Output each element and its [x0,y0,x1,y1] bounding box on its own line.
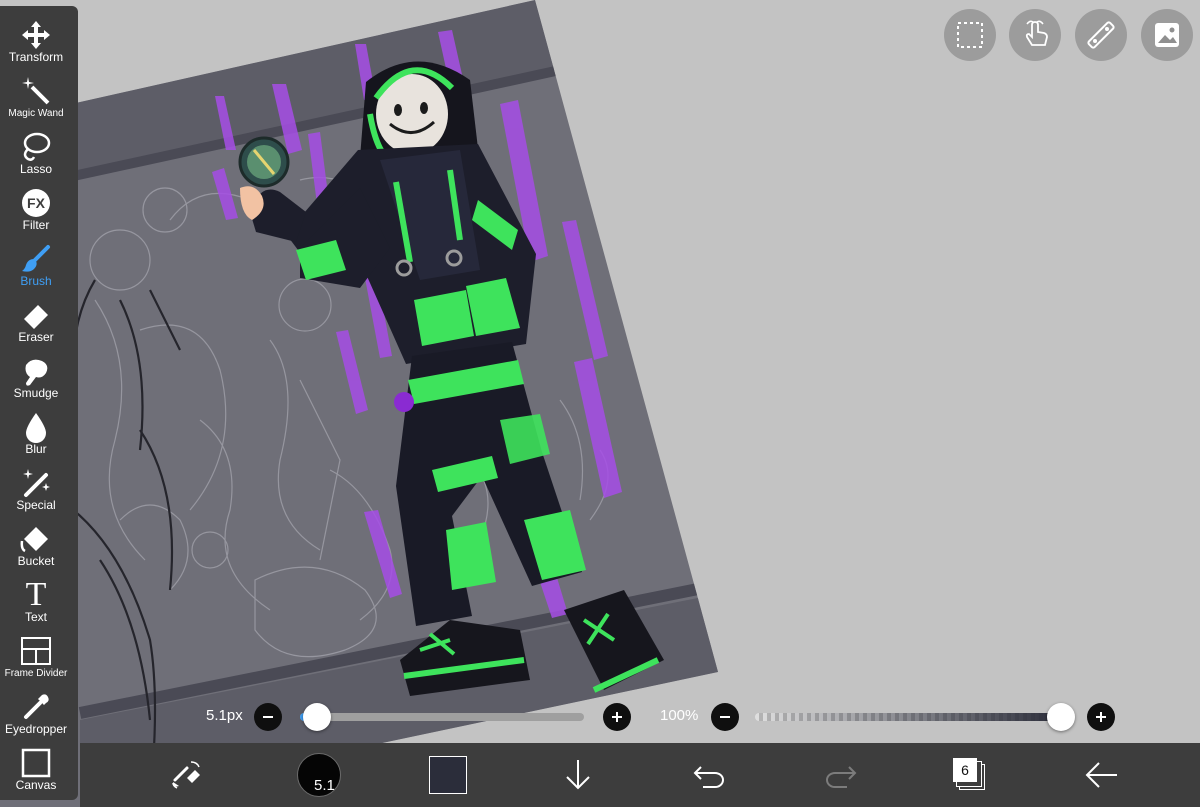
tool-label: Bucket [17,554,55,568]
plus-icon [612,712,622,722]
tool-label: Text [24,610,47,624]
tool-label: Magic Wand [8,108,64,119]
tool-frame-divider[interactable]: Frame Divider [0,626,72,682]
tool-canvas[interactable]: Canvas [0,738,72,794]
eraser-icon [24,305,48,329]
back-button[interactable] [1080,743,1124,807]
tool-label: Frame Divider [4,668,68,679]
lasso-icon [23,132,51,161]
redo-icon [826,766,857,788]
brush-size-decrease-button[interactable] [254,703,282,731]
smudge-finger-icon [25,359,48,386]
tool-label: Blur [25,442,47,456]
hand-touch-icon [1025,20,1048,46]
reference-image-button[interactable] [1141,9,1193,61]
frame-divider-icon [21,637,51,665]
tool-text[interactable]: T Text [0,570,72,626]
tool-label: Smudge [13,386,59,400]
color-button[interactable] [428,743,468,807]
opacity-decrease-button[interactable] [711,703,739,731]
tool-lasso[interactable]: Lasso [0,122,72,178]
download-arrow-icon [566,760,590,790]
move-arrows-icon [22,21,50,49]
brush-eraser-swap-icon [172,761,200,789]
brush-size-knob[interactable] [303,703,332,731]
ruler-button[interactable] [1075,9,1127,61]
ruler-icon [1087,21,1115,49]
undo-icon [693,766,724,788]
tool-transform[interactable]: Transform [0,10,72,66]
opacity-label: 100% [660,707,699,724]
tool-palette: Transform Magic Wand Lasso FX Filter Bru… [0,6,78,800]
brush-size-value: 5.1 [314,777,335,794]
fx-icon: FX [22,189,50,217]
tool-label: Eyedropper [4,722,68,736]
tool-label: Filter [22,218,50,232]
brush-size-button[interactable]: 5.1 [296,743,342,807]
brush-size-icon: 5.1 [297,753,341,797]
minus-icon [720,716,730,718]
layer-count: 6 [953,758,977,782]
opacity-gradient [755,713,1061,721]
sparkle-pen-icon [23,469,50,497]
tool-label: Lasso [19,162,53,176]
brush-icon [22,245,50,272]
redo-button[interactable] [820,743,860,807]
tool-eyedropper[interactable]: Eyedropper [0,682,72,738]
brush-eraser-swap-button[interactable] [164,743,208,807]
dashed-selection-icon [957,22,983,48]
tool-special[interactable]: Special [0,458,72,514]
opacity-knob[interactable] [1047,703,1075,731]
magic-wand-icon [22,77,50,105]
tool-label: Eraser [18,330,54,344]
brush-size-slider[interactable] [300,713,584,721]
save-download-button[interactable] [560,743,596,807]
tool-eraser[interactable]: Eraser [0,290,72,346]
layers-button[interactable]: 6 [948,743,992,807]
canvas-square-icon [21,748,51,778]
color-swatch-icon [429,756,467,794]
eyedropper-icon [24,694,49,719]
tool-brush[interactable]: Brush [0,234,72,290]
gesture-button[interactable] [1009,9,1061,61]
artwork[interactable] [0,0,1200,807]
text-T-icon: T [25,576,47,613]
tool-bucket[interactable]: Bucket [0,514,72,570]
image-reference-icon [1155,23,1179,47]
opacity-increase-button[interactable] [1087,703,1115,731]
tool-magic-wand[interactable]: Magic Wand [0,66,72,122]
brush-size-increase-button[interactable] [603,703,631,731]
layers-icon: 6 [953,758,987,792]
water-drop-icon [26,413,46,443]
back-arrow-icon [1085,762,1117,788]
drawing-canvas[interactable] [0,0,1200,807]
tool-label: Canvas [15,778,57,792]
opacity-slider[interactable] [755,713,1061,721]
undo-button[interactable] [690,743,730,807]
tool-label: Transform [8,50,64,64]
tool-blur[interactable]: Blur [0,402,72,458]
tool-smudge[interactable]: Smudge [0,346,72,402]
bottom-toolbar: 5.1 6 [80,743,1200,807]
tool-label: Special [16,498,56,512]
tool-label: Brush [20,274,52,288]
plus-icon [1096,712,1106,722]
brush-size-label: 5.1px [206,707,243,724]
paint-bucket-icon [20,527,48,553]
minus-icon [263,716,273,718]
tool-filter[interactable]: FX Filter [0,178,72,234]
selection-button[interactable] [944,9,996,61]
